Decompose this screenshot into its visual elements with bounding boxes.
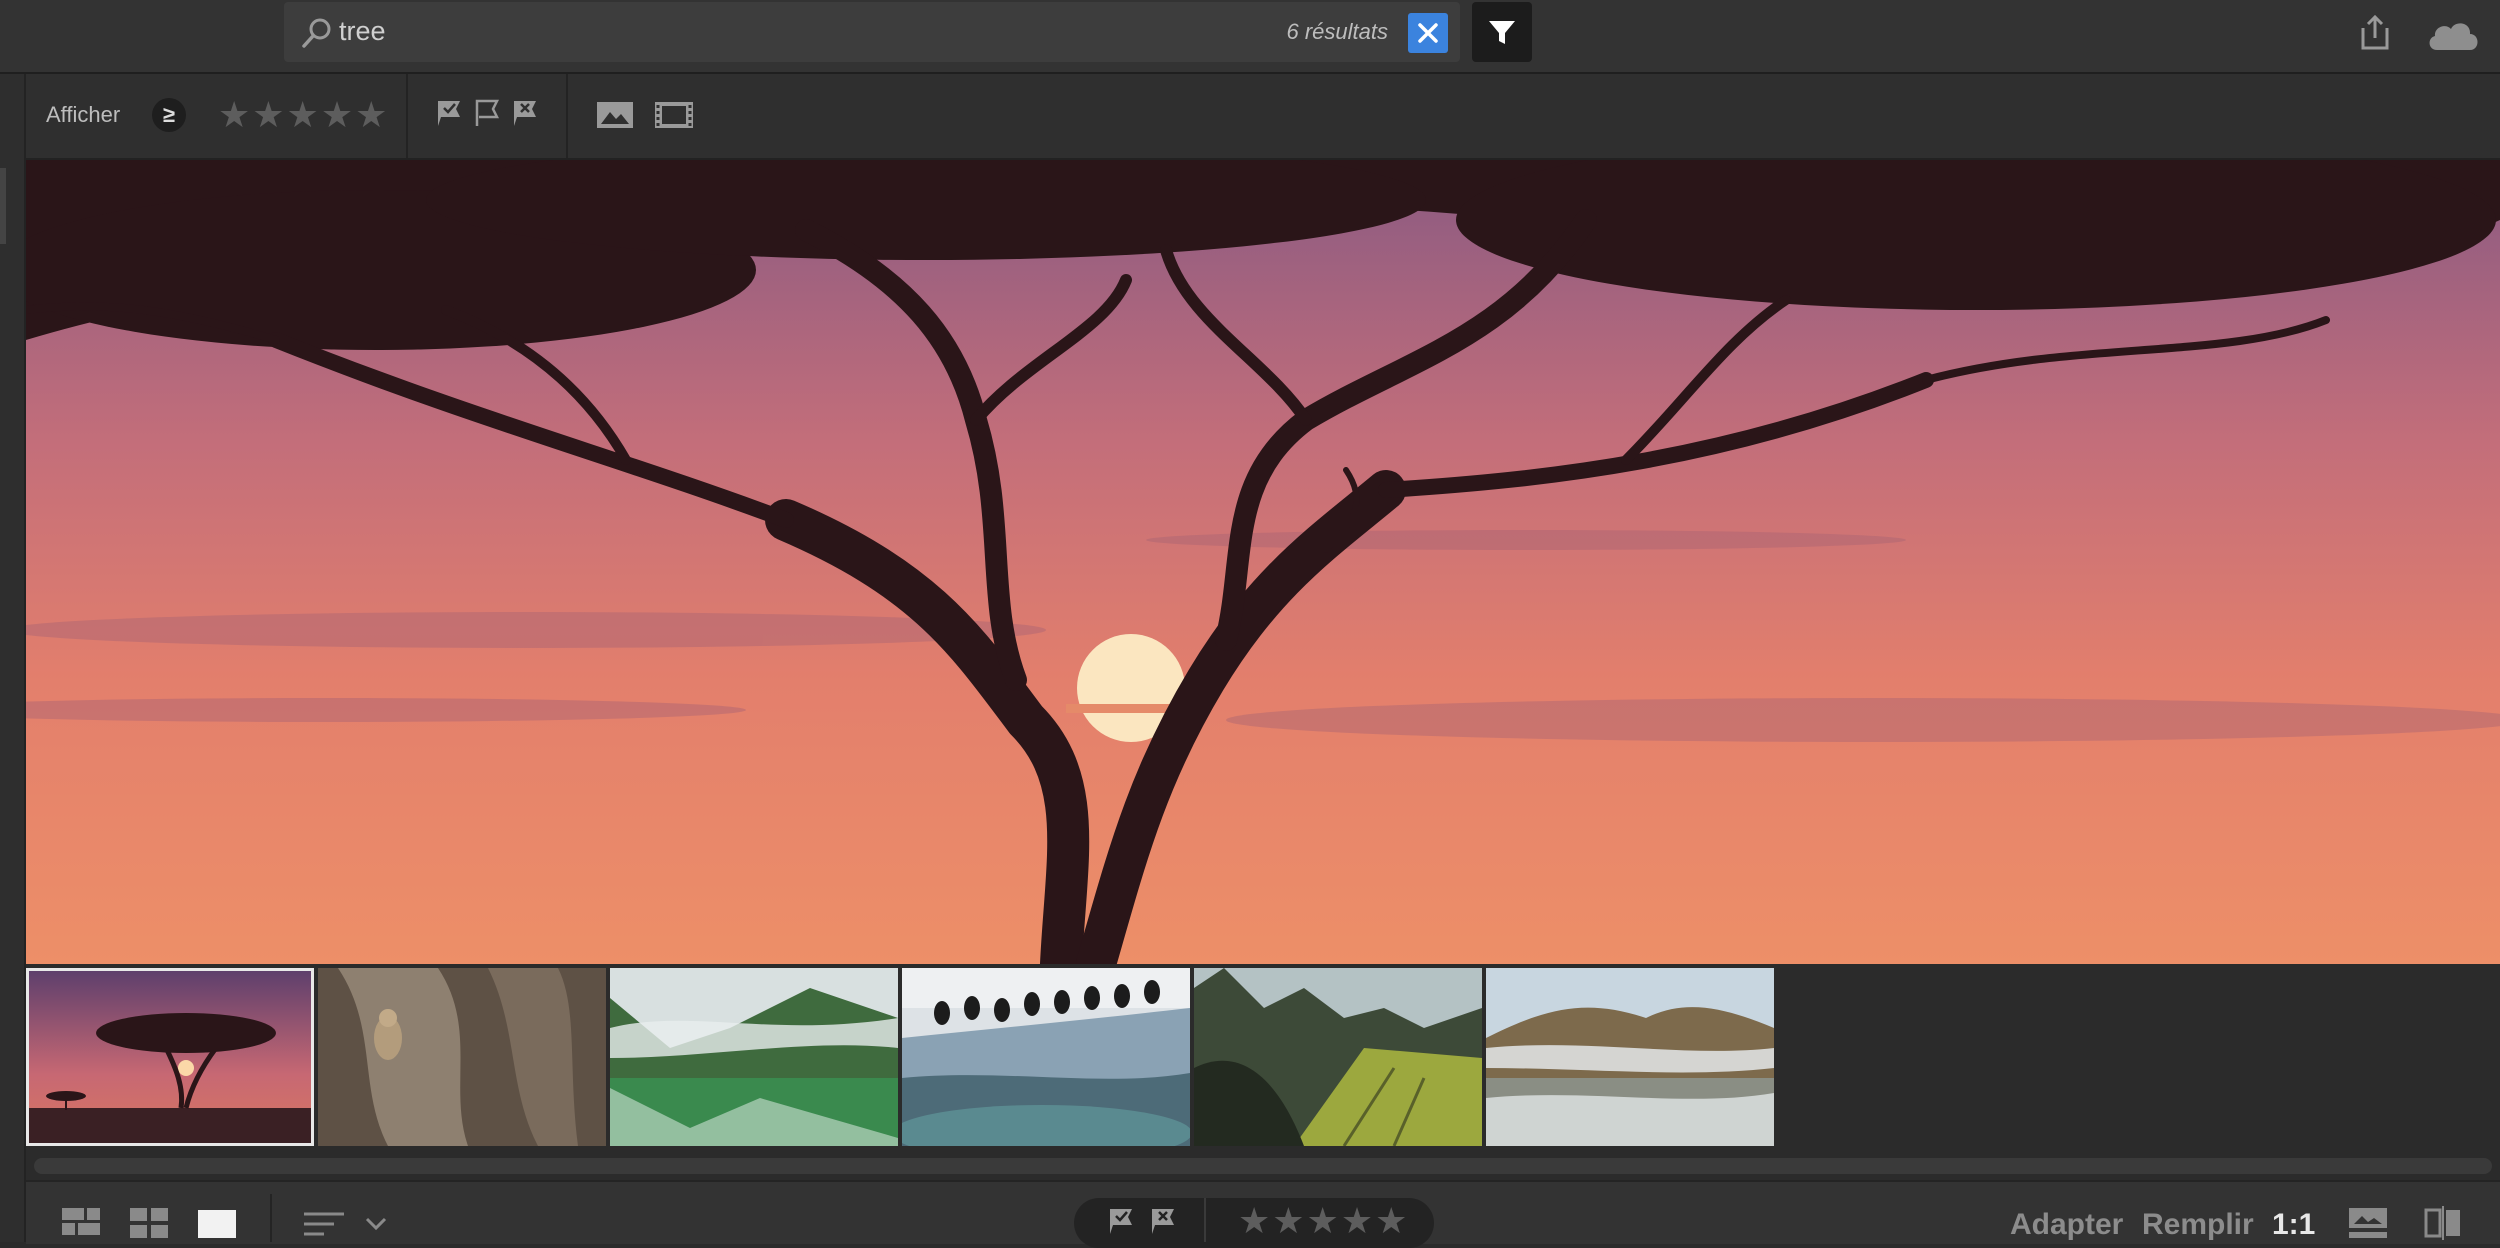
thumb-acacia-sunset[interactable] xyxy=(26,968,314,1146)
chevron-down-icon xyxy=(365,1217,387,1231)
filter-row xyxy=(26,74,2500,160)
sort-button[interactable] xyxy=(302,1210,346,1247)
thumb-leopard-tree[interactable] xyxy=(318,968,606,1146)
square-grid-view-button[interactable] xyxy=(62,1208,100,1245)
divider xyxy=(270,1194,272,1242)
sort-dropdown[interactable] xyxy=(364,1214,388,1239)
flag-check-icon xyxy=(1110,1209,1132,1234)
zoom-1-1-button[interactable]: 1:1 xyxy=(2272,1208,2315,1242)
divider xyxy=(406,74,408,158)
search-box[interactable]: tree 6 résultats xyxy=(284,2,1460,62)
compare-button[interactable] xyxy=(2348,1206,2388,1245)
share-icon xyxy=(2361,14,2389,50)
thumb-mountain-lake[interactable] xyxy=(610,968,898,1146)
reject-flag-button[interactable] xyxy=(1148,1206,1178,1241)
left-panel-toggle[interactable] xyxy=(0,168,6,244)
flag-reject-icon xyxy=(514,101,536,126)
detail-view-button[interactable] xyxy=(198,1208,238,1245)
image-icon xyxy=(597,102,633,128)
photo-type-filter[interactable] xyxy=(596,100,634,135)
show-label: Afficher xyxy=(46,102,121,127)
info-panel-icon xyxy=(2349,1208,2387,1238)
flag-picked-filter[interactable] xyxy=(434,98,464,133)
rating-operator-button[interactable]: ≥ xyxy=(152,98,186,132)
grid-mosaic-icon xyxy=(62,1208,100,1235)
thumb-penguins[interactable] xyxy=(902,968,1190,1146)
divider xyxy=(566,74,568,158)
flag-unflagged-filter[interactable] xyxy=(472,98,502,133)
split-view-icon xyxy=(2424,1206,2460,1240)
fill-button[interactable]: Remplir xyxy=(2142,1208,2254,1242)
flag-reject-icon xyxy=(1152,1209,1174,1234)
main-photo-acacia-sunset[interactable] xyxy=(26,160,2500,964)
fit-button[interactable]: Adapter xyxy=(2010,1208,2123,1242)
cloud-sync-button[interactable] xyxy=(2425,16,2481,57)
film-icon xyxy=(655,102,693,128)
grid-icon xyxy=(130,1208,168,1238)
search-input[interactable]: tree xyxy=(339,16,386,47)
left-panel-strip xyxy=(0,74,26,1242)
flag-icon xyxy=(475,99,500,126)
before-after-button[interactable] xyxy=(2424,1206,2462,1245)
grid-view-button[interactable] xyxy=(130,1208,168,1245)
cloud-icon xyxy=(2429,23,2478,50)
pick-flag-button[interactable] xyxy=(1106,1206,1136,1241)
single-view-icon xyxy=(198,1210,236,1238)
flag-rejected-filter[interactable] xyxy=(510,98,540,133)
search-icon xyxy=(300,16,334,55)
funnel-icon xyxy=(1489,21,1515,44)
rating-filter-stars[interactable]: ★★★★★ xyxy=(218,94,389,136)
rating-stars[interactable]: ★★★★★ xyxy=(1238,1200,1409,1242)
sort-icon xyxy=(304,1212,344,1236)
filmstrip-scrollbar[interactable] xyxy=(34,1158,2492,1174)
video-type-filter[interactable] xyxy=(654,100,694,135)
close-icon xyxy=(1418,23,1438,43)
thumb-karst-valley[interactable] xyxy=(1194,968,1482,1146)
flag-check-icon xyxy=(438,101,460,126)
clear-search-button[interactable] xyxy=(1408,13,1448,53)
share-button[interactable] xyxy=(2358,14,2392,57)
thumb-misty-hills[interactable] xyxy=(1486,968,1774,1146)
result-count: 6 résultats xyxy=(1286,19,1389,44)
filter-button[interactable] xyxy=(1472,2,1532,62)
divider xyxy=(1204,1198,1206,1242)
